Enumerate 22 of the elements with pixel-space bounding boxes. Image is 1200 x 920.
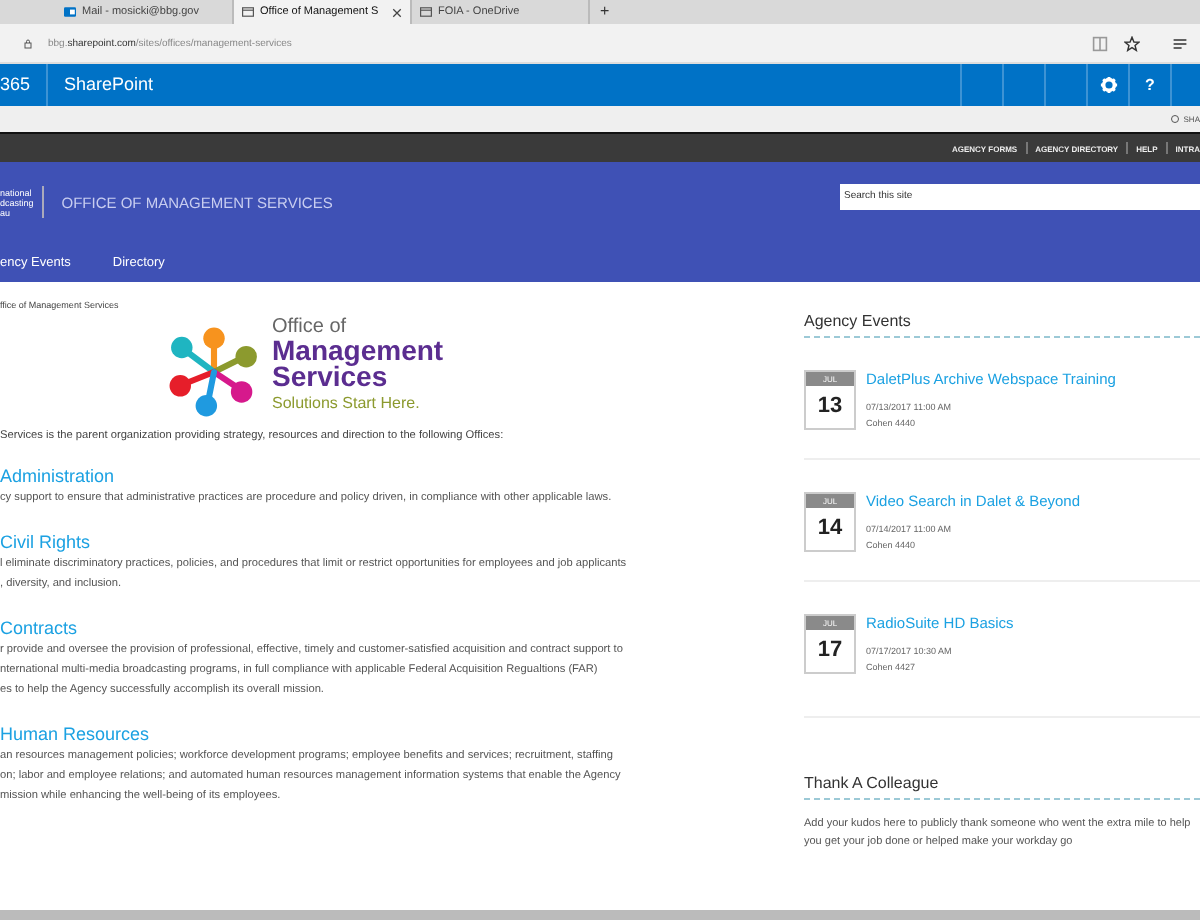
logo-text: Services: [272, 364, 388, 390]
day-number: 14: [815, 514, 845, 544]
reading-view-icon[interactable]: [1092, 35, 1108, 51]
menu-icon[interactable]: [1172, 35, 1188, 51]
page-icon: [420, 6, 432, 18]
day-number: 13: [815, 392, 845, 422]
star-icon[interactable]: [1124, 35, 1140, 51]
day-number: 17: [815, 636, 845, 666]
logo-text: Management: [272, 338, 444, 364]
logo-tagline: Solutions Start Here.: [272, 392, 422, 414]
close-icon[interactable]: [392, 7, 402, 17]
logo-text: Office of: [272, 318, 349, 338]
mail-icon: [64, 6, 76, 18]
gear-icon: [1099, 76, 1117, 94]
lock-icon: [24, 37, 32, 49]
events-heading: Agency Events: [804, 312, 1200, 338]
share-icon: [1169, 114, 1180, 124]
new-tab-button[interactable]: +: [590, 0, 620, 24]
thank-heading: Thank A Colleague: [804, 774, 1200, 800]
page-icon: [242, 6, 254, 18]
flower-logo-drawing: [168, 326, 260, 418]
sharepoint-title[interactable]: SharePoint: [48, 64, 154, 106]
